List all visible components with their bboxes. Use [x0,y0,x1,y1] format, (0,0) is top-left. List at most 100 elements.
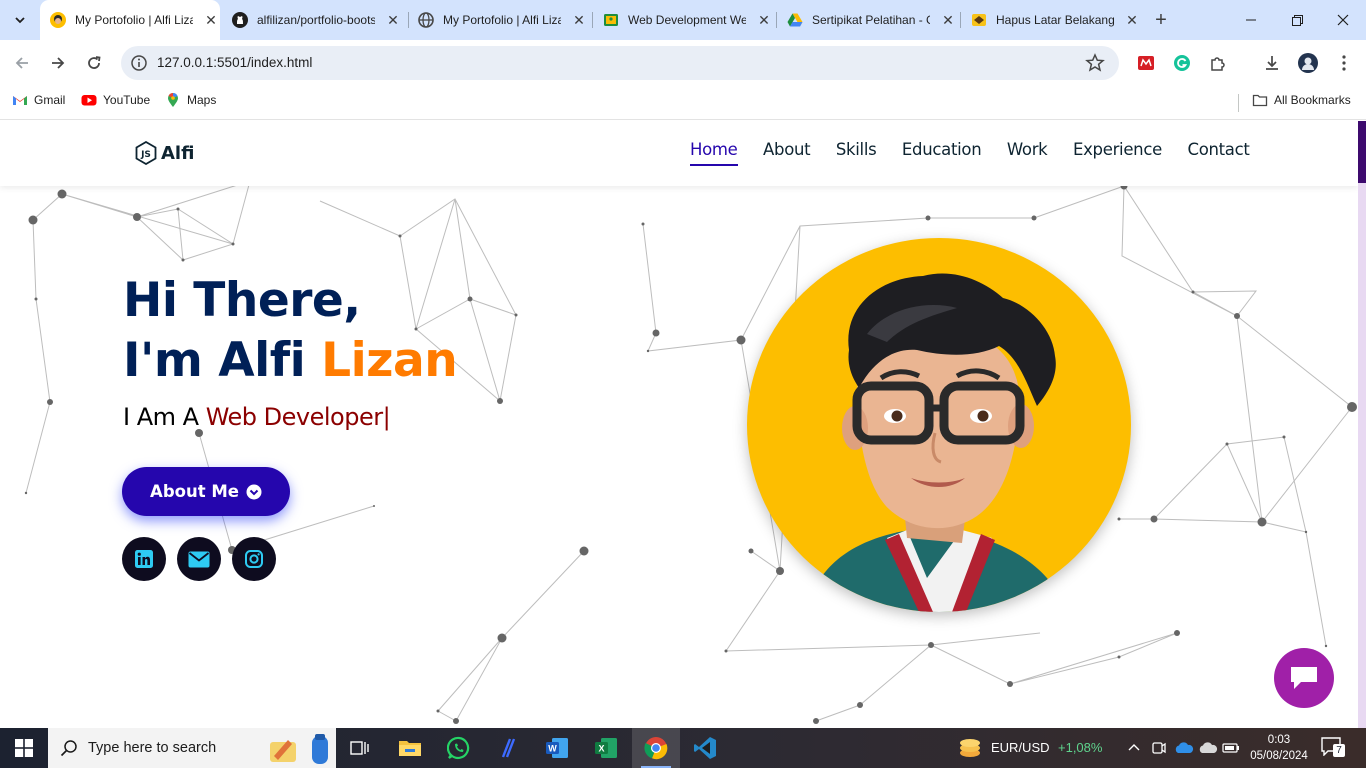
taskbar-excel[interactable]: X [582,728,630,768]
minimize-button[interactable] [1228,0,1274,40]
tab-separator [408,12,409,28]
browser-toolbar: 127.0.0.1:5501/index.html [0,40,1366,86]
taskbar-search-box[interactable]: Type here to search [48,728,336,768]
grammarly-extension[interactable] [1170,51,1194,75]
site-info-icon[interactable] [130,54,148,72]
scrollbar-thumb[interactable] [1358,121,1366,183]
taskbar-vscode[interactable] [681,728,729,768]
classroom-icon [604,14,618,26]
start-button[interactable] [0,728,48,768]
downloads-button[interactable] [1260,51,1284,75]
close-tab-icon[interactable]: ✕ [940,12,956,29]
taskbar-word[interactable]: W [533,728,581,768]
browser-menu-button[interactable] [1332,51,1356,75]
tab-title: My Portofolio | Alfi Lizan [75,13,193,27]
close-tab-icon[interactable]: ✕ [385,12,401,29]
all-bookmarks-button[interactable]: All Bookmarks [1252,92,1351,108]
instagram-link[interactable] [232,537,276,581]
search-highlight-illustration [270,734,328,764]
browser-tab-portfolio-2[interactable]: My Portofolio | Alfi Lizan ✕ [418,0,588,40]
browser-tab-portfolio[interactable]: My Portofolio | Alfi Lizan ✕ [40,0,220,40]
close-tab-icon[interactable]: ✕ [203,12,219,29]
mendeley-icon [1138,56,1154,70]
ticker-label[interactable]: EUR/USD [991,740,1050,755]
email-icon [188,551,210,567]
taskbar-file-explorer[interactable] [386,728,434,768]
youtube-icon [81,95,97,106]
cloud-icon[interactable] [1198,741,1218,755]
vscode-icon [694,737,716,759]
bookmark-maps[interactable]: Maps [165,92,216,108]
tab-search-button[interactable] [6,6,34,34]
nav-education[interactable]: Education [902,140,982,166]
tab-separator [776,12,777,28]
reload-button[interactable] [82,51,106,75]
linkedin-link[interactable] [122,537,166,581]
arrow-left-icon [15,57,28,69]
mendeley-extension[interactable] [1134,51,1158,75]
word-icon: W [546,738,568,758]
bookmark-star-icon[interactable] [1085,53,1105,73]
ticker-change: +1,08% [1058,740,1103,755]
tab-title: Hapus Latar Belakang [996,13,1114,27]
taskbar-whatsapp[interactable] [435,728,483,768]
nav-work[interactable]: Work [1007,140,1048,166]
profile-button[interactable] [1296,51,1320,75]
nav-home[interactable]: Home [690,140,738,166]
nav-contact[interactable]: Contact [1187,140,1249,166]
windows-logo-icon [15,739,33,757]
taskbar-dev-app[interactable] [484,728,532,768]
email-link[interactable] [177,537,221,581]
about-me-button[interactable]: About Me [122,467,290,516]
battery-icon[interactable] [1222,741,1240,755]
nav-about[interactable]: About [763,140,811,166]
onedrive-icon[interactable] [1174,741,1194,755]
github-icon [232,12,248,28]
system-clock[interactable]: 0:03 05/08/2024 [1246,732,1312,764]
typed-prefix: I Am A [123,403,206,431]
bookmark-label: Gmail [34,93,66,107]
svg-text:W: W [548,744,557,754]
close-tab-icon[interactable]: ✕ [756,12,772,29]
logo-text: Alfi [161,142,195,164]
browser-tab-drive[interactable]: Sertipikat Pelatihan - Google Drive ✕ [787,0,957,40]
maps-icon [168,93,178,107]
back-button[interactable] [10,51,34,75]
about-me-label: About Me [150,482,239,501]
search-icon [60,740,77,757]
bookmark-gmail[interactable]: Gmail [12,92,65,108]
task-view-button[interactable] [336,728,384,768]
more-vertical-icon [1342,55,1346,71]
close-window-button[interactable] [1320,0,1366,40]
nav-experience[interactable]: Experience [1073,140,1162,166]
close-tab-icon[interactable]: ✕ [1124,12,1140,29]
browser-tab-classroom[interactable]: Web Development Week ✕ [603,0,773,40]
linkedin-icon [135,550,153,568]
site-navbar: JS Alfi Home About Skills Education Work… [0,121,1358,186]
minimize-icon [1246,19,1256,21]
site-logo[interactable]: JS Alfi [135,141,194,165]
browser-tab-remove-bg[interactable]: Hapus Latar Belakang ✕ [971,0,1141,40]
chevron-up-icon[interactable] [1128,742,1140,752]
restore-button[interactable] [1274,0,1320,40]
taskbar-chrome[interactable] [632,728,680,768]
forward-button[interactable] [46,51,70,75]
nav-skills[interactable]: Skills [836,140,877,166]
new-tab-button[interactable]: + [1150,9,1172,31]
address-bar[interactable]: 127.0.0.1:5501/index.html [121,46,1119,80]
extensions-button[interactable] [1206,51,1230,75]
chat-widget-button[interactable] [1274,648,1334,708]
notification-center-button[interactable]: 7 [1320,736,1346,760]
url-text: 127.0.0.1:5501/index.html [157,55,313,70]
restore-icon [1291,14,1303,26]
hero-line-1: Hi There, [123,273,361,328]
close-tab-icon[interactable]: ✕ [571,12,587,29]
folder-icon [1252,94,1268,107]
tab-title: Web Development Week [628,13,746,27]
bookmark-youtube[interactable]: YouTube [81,92,150,108]
browser-tab-github[interactable]: alfilizan/portfolio-bootstrap ✕ [232,0,402,40]
page-scrollbar[interactable] [1358,121,1366,728]
meet-now-icon[interactable] [1152,740,1166,756]
avatar-favicon [50,12,66,28]
excel-icon: X [595,738,617,758]
